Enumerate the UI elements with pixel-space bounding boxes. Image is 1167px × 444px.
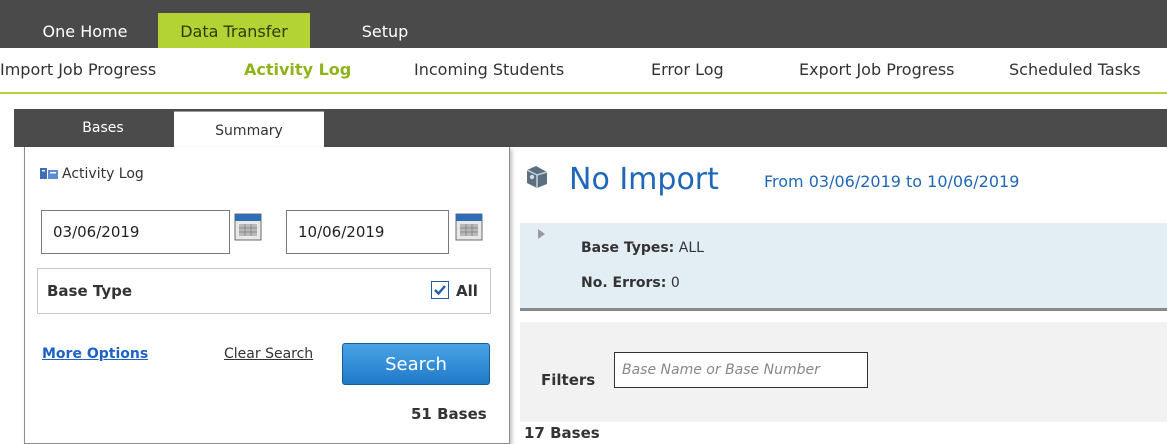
all-label: All: [456, 282, 478, 300]
checkmark-icon: [434, 285, 446, 296]
all-checkbox[interactable]: [431, 281, 449, 299]
date-to-input[interactable]: 10/06/2019: [286, 210, 449, 254]
base-types-value: ALL: [678, 240, 704, 256]
base-type-label: Base Type: [47, 282, 133, 300]
tab-data-transfer[interactable]: Data Transfer: [158, 13, 310, 48]
expand-arrow-icon[interactable]: [538, 229, 545, 239]
subnav-error-log[interactable]: Error Log: [651, 60, 724, 79]
base-types-line: Base Types: ALL: [581, 240, 704, 256]
activity-log-icon: [40, 168, 58, 179]
tab-setup[interactable]: Setup: [345, 13, 425, 48]
calendar-icon[interactable]: [455, 211, 483, 241]
import-icon: [526, 166, 548, 188]
panel-tab-bar: Bases Summary: [14, 109, 1167, 150]
errors-value: 0: [670, 275, 680, 291]
top-nav: One Home Data Transfer Setup: [0, 0, 1167, 48]
clear-search-link[interactable]: Clear Search: [224, 346, 313, 362]
subnav-scheduled-tasks[interactable]: Scheduled Tasks: [1009, 60, 1141, 79]
bases-count: 51 Bases: [411, 405, 487, 423]
errors-line: No. Errors: 0: [581, 275, 680, 291]
date-range-text: From 03/06/2019 to 10/06/2019: [764, 172, 1020, 191]
filter-search-input[interactable]: Base Name or Base Number: [614, 352, 868, 388]
subnav-export-job-progress[interactable]: Export Job Progress: [799, 60, 955, 79]
page-title: No Import: [569, 162, 719, 197]
subnav-incoming-students[interactable]: Incoming Students: [414, 60, 564, 79]
subnav-activity-log[interactable]: Activity Log: [244, 60, 351, 79]
sub-nav: Import Job Progress Activity Log Incomin…: [0, 48, 1167, 94]
errors-label: No. Errors:: [581, 275, 667, 291]
subnav-import-job-progress[interactable]: Import Job Progress: [0, 60, 156, 79]
summary-info-box: Base Types: ALL No. Errors: 0: [520, 223, 1167, 311]
filtered-bases-count: 17 Bases: [524, 424, 600, 442]
calendar-icon[interactable]: [234, 211, 262, 241]
tab-one-home[interactable]: One Home: [25, 13, 145, 48]
tab-summary[interactable]: Summary: [174, 111, 324, 150]
base-types-label: Base Types:: [581, 240, 675, 256]
more-options-link[interactable]: More Options: [42, 346, 148, 362]
base-type-row: Base Type All: [37, 268, 491, 314]
tab-bases[interactable]: Bases: [58, 109, 148, 147]
filters-label: Filters: [541, 371, 596, 389]
search-button[interactable]: Search: [342, 343, 490, 385]
panel-title: Activity Log: [62, 166, 144, 182]
date-from-input[interactable]: 03/06/2019: [41, 210, 230, 254]
